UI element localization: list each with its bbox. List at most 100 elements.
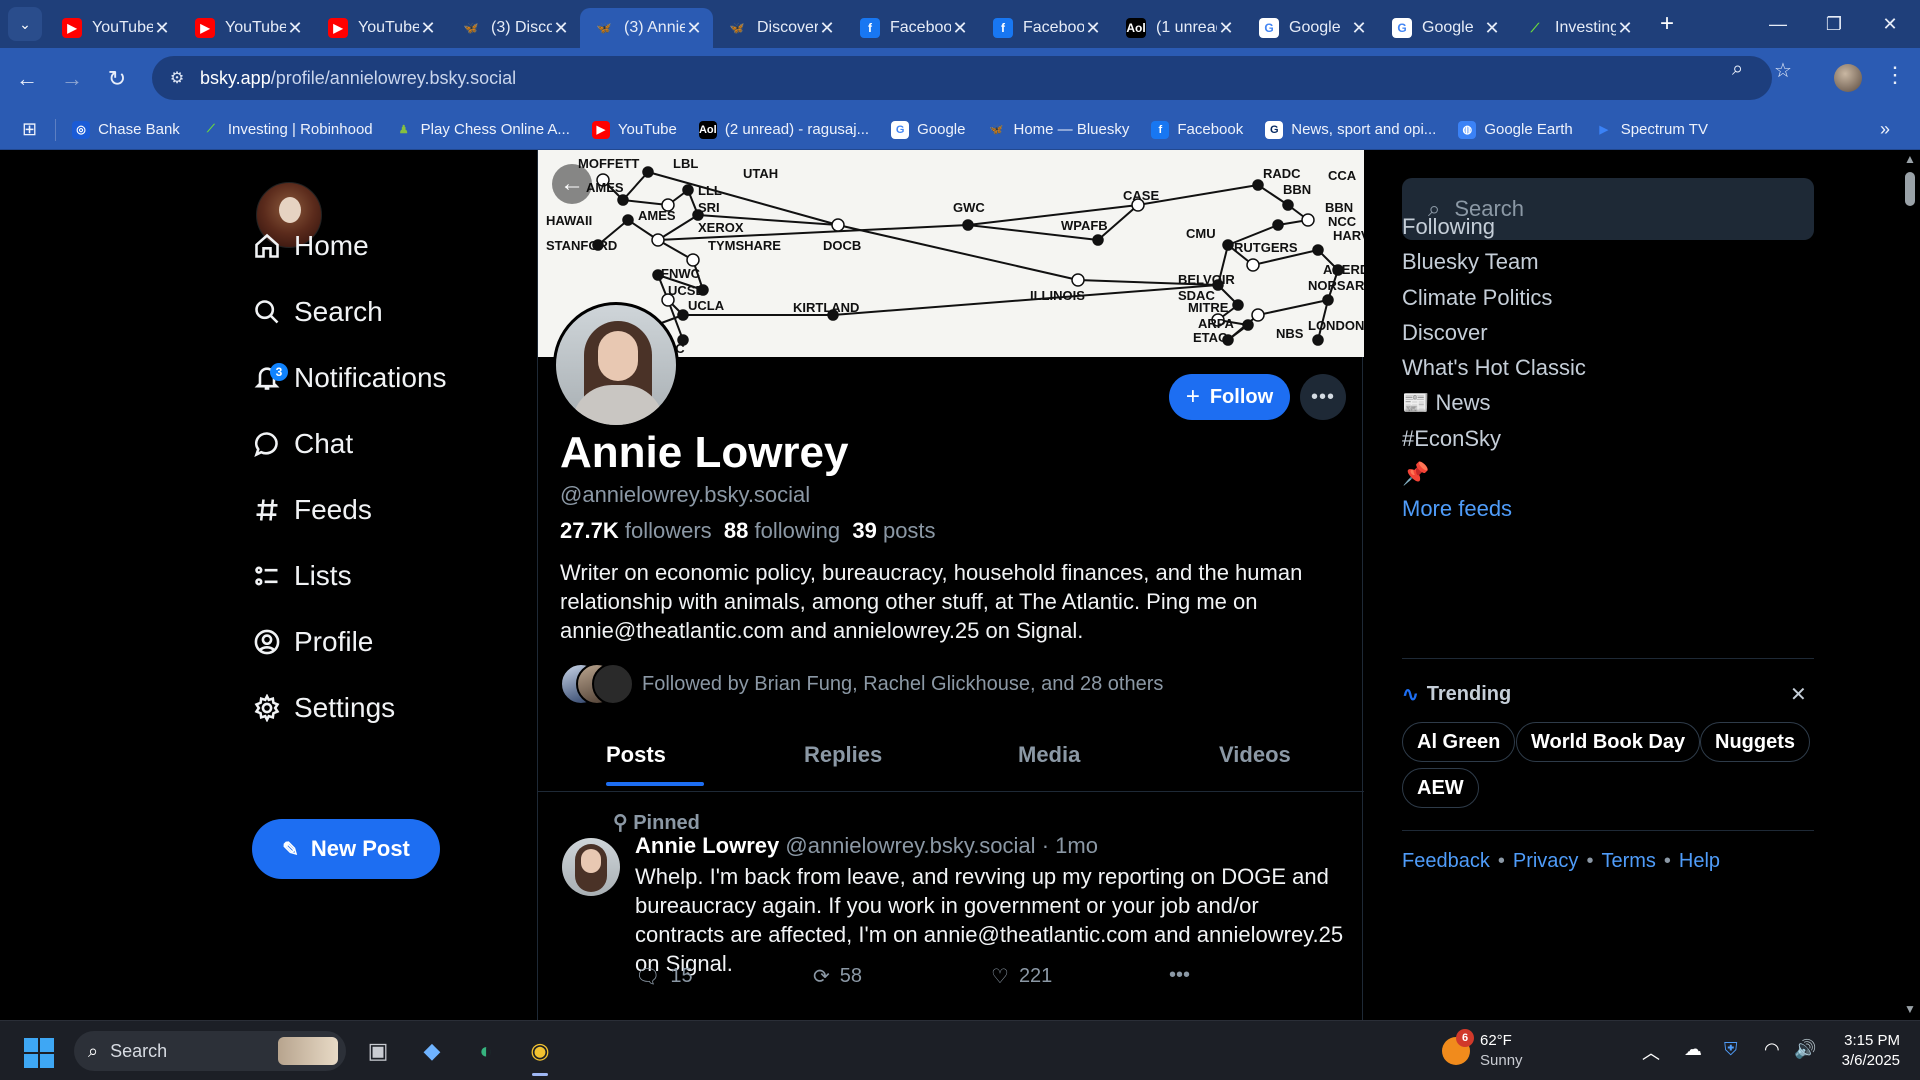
tray-chevron-icon[interactable]: ︿	[1642, 1039, 1660, 1065]
nav-lists[interactable]: Lists	[252, 554, 352, 598]
close-tab-icon[interactable]: ✕	[685, 18, 703, 39]
terms-link[interactable]: Terms	[1601, 850, 1655, 872]
search-input[interactable]	[1454, 196, 1775, 222]
tab-search-button[interactable]: ⌄	[8, 7, 42, 41]
browser-tab[interactable]: f Facebook✕	[846, 8, 979, 48]
nav-profile[interactable]: Profile	[252, 620, 373, 664]
profile-avatar[interactable]	[553, 302, 679, 428]
close-tab-icon[interactable]: ✕	[153, 18, 171, 39]
followed-by[interactable]: Followed by Brian Fung, Rachel Glickhous…	[560, 662, 1163, 706]
help-link[interactable]: Help	[1679, 850, 1720, 872]
feed-whats-hot-classic[interactable]: What's Hot Classic	[1402, 355, 1586, 381]
browser-menu-icon[interactable]: ⋮	[1884, 62, 1906, 88]
browser-tab[interactable]: ⟋ Investing ✕	[1511, 8, 1644, 48]
browser-tab[interactable]: f Facebook✕	[979, 8, 1112, 48]
close-tab-icon[interactable]: ✕	[1350, 18, 1368, 39]
bookmarks-overflow-icon[interactable]: »	[1880, 119, 1890, 140]
feed-climate-politics[interactable]: Climate Politics	[1402, 285, 1552, 311]
scroll-up-icon[interactable]: ▲	[1904, 152, 1916, 166]
back-icon[interactable]: ←	[10, 62, 44, 96]
minimize-button[interactable]: —	[1750, 0, 1806, 48]
windows-start-icon[interactable]	[24, 1038, 54, 1068]
edge-icon[interactable]: ◐	[468, 1033, 504, 1069]
bookmark-item[interactable]: Aol (2 unread) - ragusaj...	[698, 120, 869, 139]
close-tab-icon[interactable]: ✕	[818, 18, 836, 39]
close-tab-icon[interactable]: ✕	[1217, 18, 1235, 39]
forward-icon[interactable]: →	[55, 62, 89, 96]
close-tab-icon[interactable]: ✕	[951, 18, 969, 39]
browser-tab[interactable]: 🦋 (3) Discover✕	[447, 8, 580, 48]
apps-grid-icon[interactable]: ⊞	[22, 119, 37, 140]
browser-tab[interactable]: ▶ YouTube ✕	[48, 8, 181, 48]
bookmark-item[interactable]: ▶ Spectrum TV	[1595, 121, 1708, 139]
close-tab-icon[interactable]: ✕	[1084, 18, 1102, 39]
bookmark-item[interactable]: ◍ Google Earth	[1458, 120, 1573, 139]
weather-widget[interactable]: 6 62°F Sunny	[1442, 1029, 1523, 1071]
page-scrollbar[interactable]: ▲ ▼	[1900, 150, 1920, 1020]
browser-tab[interactable]: ▶ YouTube ✕	[181, 8, 314, 48]
post-text[interactable]: Whelp. I'm back from leave, and revving …	[635, 862, 1345, 978]
feed-following[interactable]: Following	[1402, 214, 1495, 240]
bookmark-item[interactable]: G Google	[891, 120, 965, 139]
close-tab-icon[interactable]: ✕	[552, 18, 570, 39]
nav-feeds[interactable]: Feeds	[252, 488, 372, 532]
bookmark-item[interactable]: ♟ Play Chess Online A...	[395, 121, 570, 139]
close-tab-icon[interactable]: ✕	[286, 18, 304, 39]
privacy-link[interactable]: Privacy	[1513, 850, 1579, 872]
bookmark-item[interactable]: ⟋ Investing | Robinhood	[202, 121, 373, 139]
nav-notifications[interactable]: 3 Notifications	[252, 356, 447, 400]
close-tab-icon[interactable]: ✕	[1483, 18, 1501, 39]
browser-tab[interactable]: 🦋 (3) Annie Lowrey✕	[580, 8, 713, 48]
feedback-link[interactable]: Feedback	[1402, 850, 1490, 872]
post-author-avatar[interactable]	[562, 838, 620, 896]
system-clock[interactable]: 3:15 PM 3/6/2025	[1836, 1031, 1900, 1071]
nav-search[interactable]: Search	[252, 290, 383, 334]
post-more-icon[interactable]: •••	[1169, 964, 1190, 987]
browser-tab[interactable]: Aol (1 unread)✕	[1112, 8, 1245, 48]
feed-discover[interactable]: Discover	[1402, 320, 1488, 346]
browser-tab[interactable]: G Google ✕	[1245, 8, 1378, 48]
following-link[interactable]: 88 following	[724, 518, 840, 543]
close-tab-icon[interactable]: ✕	[1616, 18, 1634, 39]
post-author-name[interactable]: Annie Lowrey	[635, 833, 779, 858]
feed-news[interactable]: 📰 News	[1402, 390, 1491, 416]
bookmark-item[interactable]: ◎ Chase Bank	[72, 120, 180, 139]
task-view-icon[interactable]: ▣	[360, 1033, 396, 1069]
chrome-icon[interactable]: ◉	[522, 1033, 558, 1076]
close-tab-icon[interactable]: ✕	[419, 18, 437, 39]
post-author-handle[interactable]: @annielowrey.bsky.social	[785, 833, 1035, 858]
more-options-icon[interactable]: •••	[1300, 374, 1346, 420]
url-text[interactable]: bsky.app/profile/annielowrey.bsky.social	[200, 68, 516, 89]
back-arrow-icon[interactable]: ←	[552, 164, 592, 204]
tab-replies[interactable]: Replies	[804, 742, 882, 768]
new-tab-button[interactable]: +	[1650, 10, 1684, 38]
nav-chat[interactable]: Chat	[252, 422, 353, 466]
copilot-icon[interactable]: ◆	[414, 1033, 450, 1069]
trend-pill[interactable]: World Book Day	[1516, 722, 1701, 762]
scroll-down-icon[interactable]: ▼	[1904, 1002, 1916, 1016]
nav-home[interactable]: Home	[252, 224, 369, 268]
more-feeds-link[interactable]: More feeds	[1402, 496, 1512, 522]
close-icon[interactable]: ✕	[1790, 682, 1807, 707]
onedrive-icon[interactable]: ☁	[1684, 1039, 1702, 1060]
trend-pill[interactable]: Al Green	[1402, 722, 1516, 762]
tab-media[interactable]: Media	[1018, 742, 1080, 768]
trend-pill[interactable]: AEW	[1402, 768, 1479, 808]
site-info-icon[interactable]: ⚙	[164, 65, 190, 91]
repost-button[interactable]: ⟳ 58	[813, 964, 862, 989]
reload-icon[interactable]: ↻	[100, 62, 134, 96]
feed-econsky[interactable]: #EconSky	[1402, 426, 1501, 452]
feed-bluesky-team[interactable]: Bluesky Team	[1402, 249, 1539, 275]
browser-profile-avatar[interactable]	[1834, 64, 1862, 92]
volume-icon[interactable]: 🔊	[1794, 1039, 1816, 1060]
bookmark-item[interactable]: ▶ YouTube	[591, 120, 677, 139]
bookmark-star-icon[interactable]: ☆	[1774, 58, 1792, 83]
reply-button[interactable]: 🗨 15	[635, 964, 693, 989]
like-button[interactable]: ♡ 221	[991, 964, 1052, 989]
bookmark-item[interactable]: 🦋 Home — Bluesky	[987, 121, 1130, 139]
feed-pinned[interactable]: 📌	[1402, 461, 1429, 487]
browser-tab[interactable]: 🦋 Discover ✕	[713, 8, 846, 48]
browser-tab[interactable]: G Google ✕	[1378, 8, 1511, 48]
new-post-button[interactable]: ✎ New Post	[252, 819, 440, 879]
followers-link[interactable]: 27.7K followers	[560, 518, 712, 543]
